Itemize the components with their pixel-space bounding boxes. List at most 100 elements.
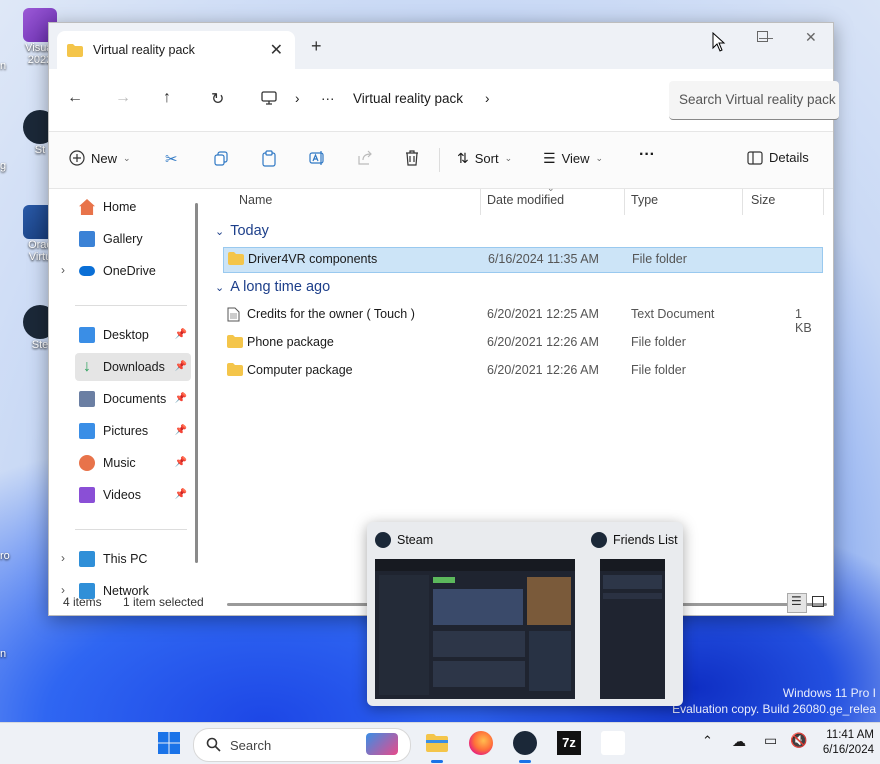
sidebar-item-videos[interactable]: Videos 📌 bbox=[79, 481, 191, 509]
maximize-button[interactable] bbox=[757, 29, 768, 45]
item-count: 4 items bbox=[63, 595, 102, 609]
sidebar-scrollbar[interactable] bbox=[195, 203, 198, 563]
rename-button[interactable] bbox=[309, 150, 326, 166]
selection-count: 1 item selected bbox=[123, 595, 204, 609]
sidebar-item-home[interactable]: Home bbox=[79, 193, 191, 221]
folder-icon bbox=[228, 252, 244, 265]
column-header-name[interactable]: Name bbox=[239, 193, 272, 207]
share-button[interactable] bbox=[357, 150, 373, 166]
7zip-icon: 7z bbox=[557, 731, 581, 755]
column-header-size[interactable]: Size bbox=[751, 193, 775, 207]
chevron-down-icon: ⌄ bbox=[504, 153, 513, 163]
music-icon bbox=[79, 455, 95, 471]
volume-muted-icon[interactable]: 🔇 bbox=[790, 732, 807, 749]
sidebar-divider bbox=[75, 529, 187, 530]
sidebar-divider bbox=[75, 305, 187, 306]
pin-icon[interactable]: 📌 bbox=[175, 489, 187, 500]
sidebar-item-downloads[interactable]: ↓ Downloads 📌 bbox=[75, 353, 191, 381]
close-button[interactable]: ✕ bbox=[805, 29, 817, 46]
search-input[interactable]: Search Virtual reality pack bbox=[679, 92, 836, 107]
table-row[interactable]: Credits for the owner ( Touch ) 6/20/202… bbox=[223, 303, 821, 335]
windows-logo-icon bbox=[158, 732, 180, 754]
sidebar-item-onedrive[interactable]: OneDrive bbox=[79, 257, 191, 285]
preview-title-steam[interactable]: Steam bbox=[375, 532, 433, 548]
documents-icon bbox=[79, 391, 95, 407]
sort-button[interactable]: ⇅ Sort ⌄ bbox=[457, 150, 512, 167]
view-button[interactable]: ☰ View ⌄ bbox=[543, 150, 603, 167]
breadcrumb-chevron-icon[interactable]: › bbox=[485, 91, 490, 106]
forward-arrow-icon[interactable]: → bbox=[115, 89, 131, 107]
desktop-edge-fragment: n bbox=[0, 648, 7, 660]
folder-icon bbox=[67, 43, 83, 57]
desktop-edge-fragment: ro bbox=[0, 550, 10, 562]
search-box[interactable]: Search Virtual reality pack bbox=[669, 81, 839, 120]
steam-window-thumbnail[interactable] bbox=[375, 559, 575, 699]
taskbar-7zip[interactable]: 7z bbox=[557, 731, 581, 755]
tab-close-icon[interactable]: ✕ bbox=[270, 40, 283, 60]
back-arrow-icon[interactable]: ← bbox=[67, 89, 83, 107]
table-row[interactable]: Driver4VR components 6/16/2024 11:35 AM … bbox=[223, 247, 823, 273]
desktop-edge-fragment: n bbox=[0, 60, 7, 72]
pin-icon[interactable]: 📌 bbox=[175, 425, 187, 436]
home-icon bbox=[79, 199, 95, 215]
details-view-button[interactable]: ☰ bbox=[787, 593, 807, 613]
sidebar-item-music[interactable]: Music 📌 bbox=[79, 449, 191, 477]
expand-chevron-icon[interactable]: › bbox=[61, 263, 65, 277]
group-header-long-time-ago[interactable]: ⌄ A long time ago bbox=[215, 279, 330, 295]
cut-button[interactable]: ✂ bbox=[165, 150, 178, 168]
pin-icon[interactable]: 📌 bbox=[175, 361, 187, 372]
search-highlight-icon bbox=[366, 733, 398, 755]
start-button[interactable] bbox=[157, 731, 181, 755]
text-document-icon bbox=[227, 307, 240, 322]
table-row[interactable]: Phone package 6/20/2021 12:26 AM File fo… bbox=[223, 331, 821, 355]
more-options-button[interactable]: ··· bbox=[639, 146, 655, 164]
sidebar-item-documents[interactable]: Documents 📌 bbox=[79, 385, 191, 413]
taskbar-steam[interactable] bbox=[513, 731, 537, 763]
expand-chevron-icon[interactable]: › bbox=[61, 551, 65, 565]
steam-icon bbox=[513, 731, 537, 755]
breadcrumb-overflow[interactable]: ··· bbox=[321, 91, 335, 106]
group-header-today[interactable]: ⌄ Today bbox=[215, 223, 269, 239]
show-hidden-icons-chevron-icon[interactable]: ⌃ bbox=[702, 733, 713, 749]
friends-list-thumbnail[interactable] bbox=[600, 559, 665, 699]
search-icon bbox=[206, 737, 221, 752]
new-tab-button[interactable]: + bbox=[311, 36, 322, 57]
sidebar-item-desktop[interactable]: Desktop 📌 bbox=[79, 321, 191, 349]
system-clock[interactable]: 11:41 AM 6/16/2024 bbox=[823, 728, 874, 758]
sidebar-item-pictures[interactable]: Pictures 📌 bbox=[79, 417, 191, 445]
preview-title-friends-list[interactable]: Friends List bbox=[591, 532, 678, 548]
taskbar-firefox[interactable] bbox=[469, 731, 493, 755]
column-header-type[interactable]: Type bbox=[631, 193, 658, 207]
copy-button[interactable] bbox=[213, 150, 229, 166]
blank-app-icon bbox=[601, 731, 625, 755]
pin-icon[interactable]: 📌 bbox=[175, 329, 187, 340]
taskbar-blank-app[interactable] bbox=[601, 731, 625, 755]
network-status-icon[interactable]: ▭ bbox=[764, 732, 777, 749]
breadcrumb-current[interactable]: Virtual reality pack bbox=[353, 91, 463, 106]
cloud-offline-icon[interactable]: ☁ bbox=[732, 733, 746, 750]
up-arrow-icon[interactable]: ↑ bbox=[163, 89, 171, 107]
taskbar-search-box[interactable]: Search bbox=[193, 728, 411, 762]
file-explorer-icon bbox=[426, 734, 448, 752]
navigation-pane: Home Gallery › OneDrive Desktop 📌 ↓ Down… bbox=[49, 187, 201, 607]
tiles-view-button[interactable] bbox=[809, 593, 827, 611]
sidebar-item-gallery[interactable]: Gallery bbox=[79, 225, 191, 253]
chevron-down-icon: ⌄ bbox=[595, 153, 604, 163]
column-header-date-modified[interactable]: Date modified bbox=[487, 193, 564, 207]
taskbar-file-explorer[interactable] bbox=[425, 731, 449, 763]
delete-button[interactable] bbox=[405, 150, 419, 166]
new-button[interactable]: New ⌄ bbox=[69, 150, 131, 166]
paste-button[interactable] bbox=[261, 150, 277, 167]
details-pane-button[interactable]: Details bbox=[747, 150, 809, 165]
sidebar-item-this-pc[interactable]: This PC bbox=[79, 545, 191, 573]
tab-virtual-reality-pack[interactable]: Virtual reality pack ✕ bbox=[57, 31, 295, 69]
refresh-icon[interactable]: ↻ bbox=[211, 89, 224, 109]
pin-icon[interactable]: 📌 bbox=[175, 393, 187, 404]
steam-icon bbox=[591, 532, 607, 548]
monitor-icon[interactable] bbox=[261, 91, 277, 105]
sort-icon: ⇅ bbox=[457, 150, 469, 166]
table-row[interactable]: Computer package 6/20/2021 12:26 AM File… bbox=[223, 359, 821, 383]
toolbar-divider bbox=[439, 148, 440, 172]
pin-icon[interactable]: 📌 bbox=[175, 457, 187, 468]
firefox-icon bbox=[469, 731, 493, 755]
